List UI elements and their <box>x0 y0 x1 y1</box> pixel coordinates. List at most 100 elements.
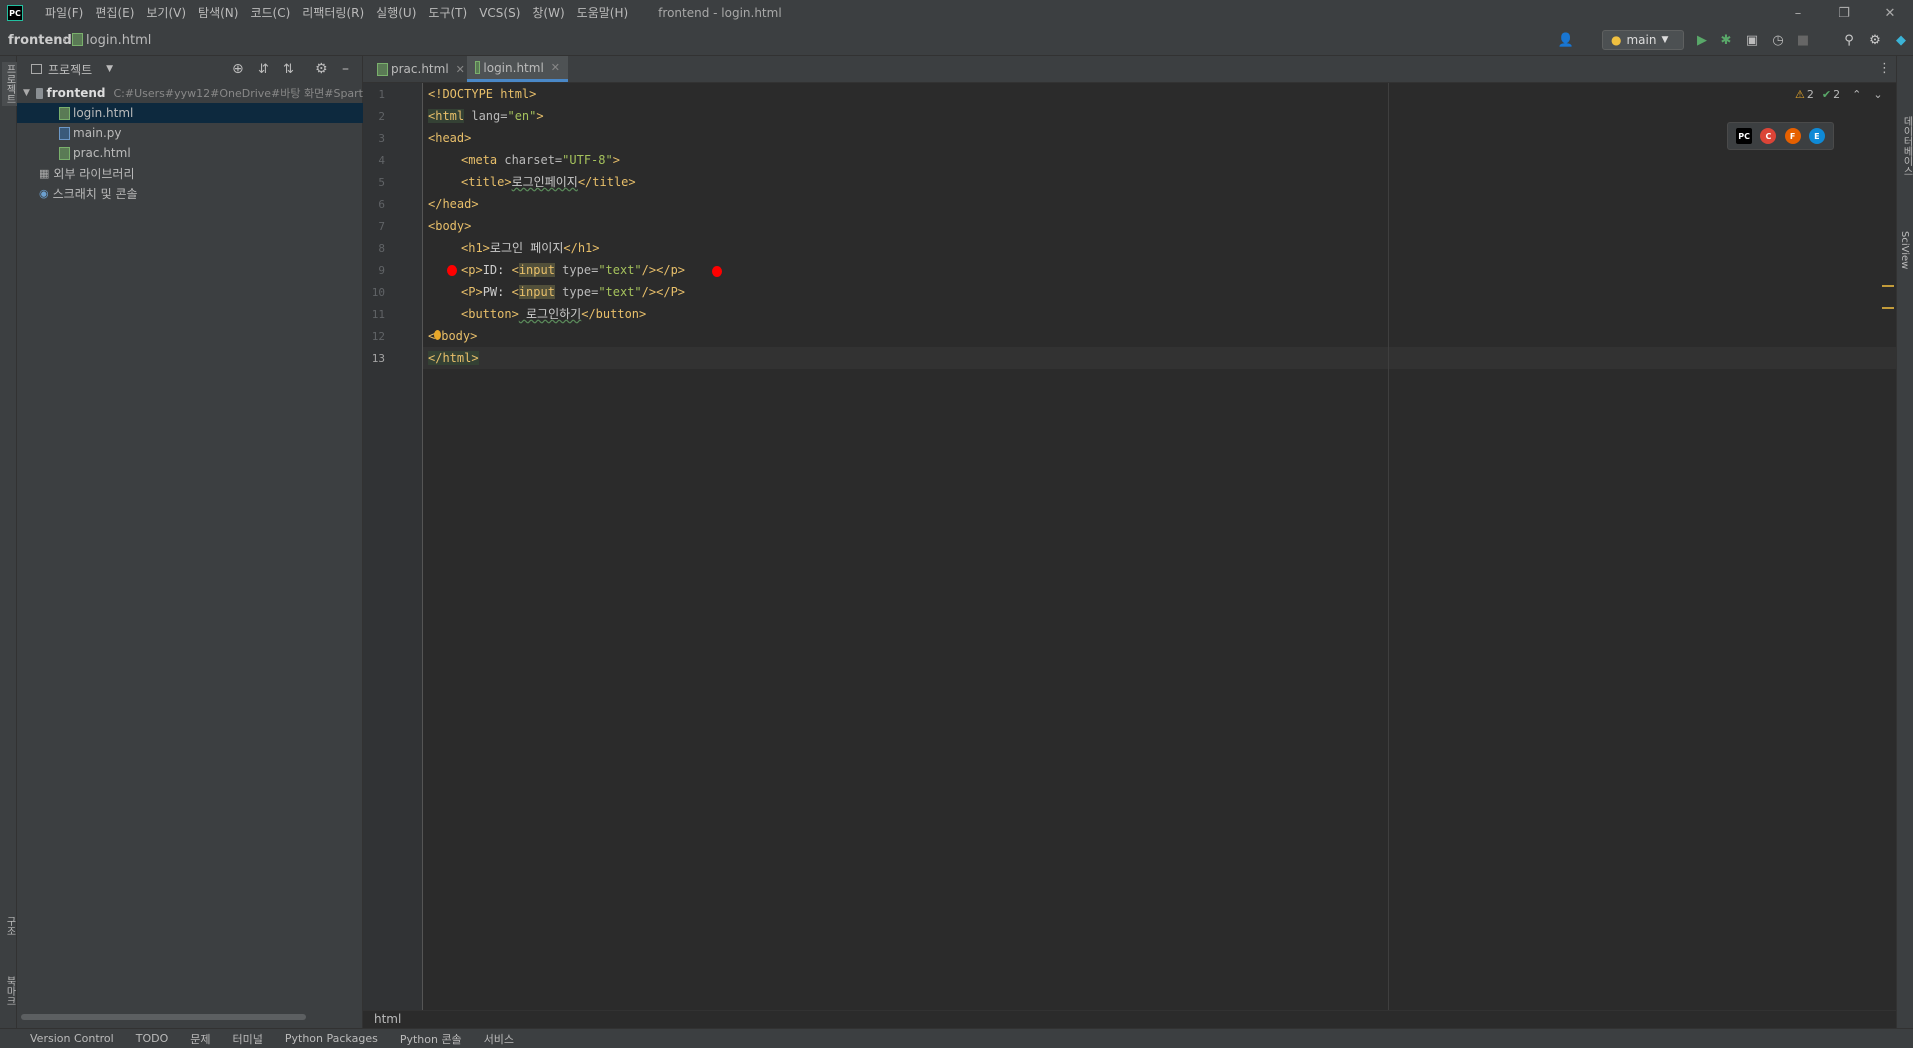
python-packages-tool[interactable]: Python Packages <box>285 1032 378 1045</box>
warning-icon: ⚠ <box>1795 88 1805 101</box>
menu-vcs[interactable]: VCS(S) <box>473 0 526 26</box>
menu-view[interactable]: 보기(V) <box>140 0 192 26</box>
profile-icon[interactable]: ◷ <box>1769 31 1787 49</box>
collapse-all-icon[interactable]: ⇅ <box>283 62 294 77</box>
tree-item-label: 스크래치 및 콘솔 <box>52 186 138 201</box>
user-icon[interactable]: 👤 <box>1557 31 1575 49</box>
tree-item-label: prac.html <box>73 146 131 160</box>
code-editor[interactable]: <!DOCTYPE html> <html lang="en"> <head> … <box>423 83 1896 1010</box>
chevron-up-icon[interactable]: ⌃ <box>1852 88 1861 101</box>
run-config-label: main <box>1626 33 1657 47</box>
p-open-tag: <P> <box>461 285 483 299</box>
problems-tool[interactable]: 문제 <box>190 1031 210 1047</box>
menu-edit[interactable]: 편집(E) <box>89 0 140 26</box>
close-window-icon[interactable]: ✕ <box>1867 0 1913 26</box>
project-view-icon <box>31 64 42 74</box>
right-tool-stripe: 데이터베이스 SciView <box>1896 56 1913 1028</box>
expand-all-icon[interactable]: ⇵ <box>258 62 269 77</box>
menu-tools[interactable]: 도구(T) <box>422 0 473 26</box>
attr-type: type= <box>554 285 599 299</box>
bookmarks-tool-button[interactable]: 북마크 <box>2 976 17 1006</box>
sciview-tool-button[interactable]: SciView <box>1899 231 1910 269</box>
h1-text: 로그인 페이지 <box>489 241 564 255</box>
tree-item-prac-html[interactable]: prac.html <box>17 143 363 163</box>
tab-login-html[interactable]: login.html ✕ <box>467 56 568 82</box>
debug-icon[interactable]: ✱ <box>1717 31 1735 49</box>
tree-item-label: main.py <box>73 126 122 140</box>
chrome-icon[interactable]: C <box>1760 128 1777 144</box>
breadcrumb-separator-icon: › <box>62 33 68 48</box>
menu-file[interactable]: 파일(F) <box>39 0 89 26</box>
menu-run[interactable]: 실행(U) <box>370 0 422 26</box>
navigation-bar: frontend › login.html 👤 ● main ▼ ▶ ✱ ▣ ◷ ■… <box>0 26 1913 56</box>
chevron-down-icon[interactable]: ▼ <box>106 64 113 74</box>
search-icon[interactable]: ⚲ <box>1840 31 1858 49</box>
line-number: 7 <box>378 220 385 233</box>
run-config-selector[interactable]: ● main ▼ <box>1602 30 1684 50</box>
gear-icon[interactable]: ⚙ <box>315 61 328 77</box>
h1-open-tag: <h1> <box>461 241 490 255</box>
plugin-icon[interactable]: ◆ <box>1892 31 1910 49</box>
warning-stripe-mark[interactable] <box>1882 307 1894 309</box>
tag-start: < <box>511 285 519 299</box>
menu-navigate[interactable]: 탐색(N) <box>192 0 244 26</box>
line-number: 11 <box>371 308 385 321</box>
line-number: 10 <box>371 286 385 299</box>
restore-icon[interactable]: ❐ <box>1821 0 1867 26</box>
library-icon: ▦ <box>39 166 50 180</box>
firefox-icon[interactable]: F <box>1784 128 1801 144</box>
tree-item-external-libraries[interactable]: ▦ 외부 라이브러리 <box>17 163 363 183</box>
project-tool-button[interactable]: 프로젝트 <box>2 62 17 106</box>
breadcrumb-html[interactable]: html <box>374 1012 401 1026</box>
tree-root-frontend[interactable]: ▼ frontend C:#Users#yyw12#OneDrive#바탕 화면… <box>17 83 363 103</box>
pycharm-logo-icon: PC <box>7 5 23 21</box>
line-number: 3 <box>378 132 385 145</box>
todo-tool[interactable]: TODO <box>136 1032 169 1045</box>
line-number: 2 <box>378 110 385 123</box>
pycharm-browser-icon[interactable]: PC <box>1736 128 1753 144</box>
terminal-tool[interactable]: 터미널 <box>232 1031 262 1047</box>
menu-help[interactable]: 도움말(H) <box>571 0 635 26</box>
tag-end: /></p> <box>641 263 686 277</box>
coverage-icon[interactable]: ▣ <box>1743 31 1761 49</box>
warning-stripe-mark[interactable] <box>1882 285 1894 287</box>
menu-refactor[interactable]: 리팩터링(R) <box>296 0 370 26</box>
code-line-10: <P>PW: <input type="text"/></P> <box>461 281 685 303</box>
menu-code[interactable]: 코드(C) <box>244 0 296 26</box>
python-console-tool[interactable]: Python 콘솔 <box>400 1031 462 1047</box>
locate-icon[interactable]: ⊕ <box>232 61 244 77</box>
gear-icon[interactable]: ⚙ <box>1866 31 1884 49</box>
stop-icon[interactable]: ■ <box>1794 31 1812 49</box>
close-tab-icon[interactable]: ✕ <box>551 61 560 74</box>
tab-prac-html[interactable]: prac.html ✕ <box>369 56 473 82</box>
tree-item-main-py[interactable]: main.py <box>17 123 363 143</box>
p-text: ID: <box>482 263 512 277</box>
chevron-down-icon[interactable]: ⌄ <box>1873 88 1882 101</box>
edge-icon[interactable]: E <box>1808 128 1825 144</box>
horizontal-scrollbar[interactable] <box>21 1014 306 1020</box>
services-tool[interactable]: 서비스 <box>484 1031 514 1047</box>
tree-item-login-html[interactable]: login.html <box>17 103 363 123</box>
meta-tag: <meta <box>461 153 498 167</box>
version-control-tool[interactable]: Version Control <box>30 1032 114 1045</box>
chevron-down-icon[interactable]: ▼ <box>23 88 30 98</box>
button-open-tag: <button> <box>461 307 519 321</box>
database-tool-button[interactable]: 데이터베이스 <box>1899 116 1913 176</box>
project-panel-title[interactable]: 프로젝트 <box>48 61 92 78</box>
breadcrumb-file[interactable]: login.html <box>72 33 151 48</box>
more-tabs-icon[interactable]: ⋮ <box>1878 61 1891 76</box>
attr-type: type= <box>554 263 599 277</box>
menu-window[interactable]: 창(W) <box>526 0 570 26</box>
hide-panel-icon[interactable]: – <box>342 61 349 77</box>
minimize-icon[interactable]: – <box>1775 0 1821 26</box>
doctype: <!DOCTYPE html> <box>428 87 537 101</box>
close-tab-icon[interactable]: ✕ <box>456 63 465 76</box>
tree-item-scratches[interactable]: ◉ 스크래치 및 콘솔 <box>17 183 363 203</box>
structure-tool-button[interactable]: 구조 <box>2 916 17 936</box>
inspection-widget[interactable]: ⚠ 2 ✔ 2 ⌃ ⌄ <box>1795 88 1883 101</box>
attr-lang: lang= <box>464 109 508 123</box>
check-icon: ✔ <box>1821 88 1832 101</box>
body-close-tag: body> <box>441 329 478 343</box>
folder-icon <box>35 87 43 99</box>
run-icon[interactable]: ▶ <box>1693 31 1711 49</box>
